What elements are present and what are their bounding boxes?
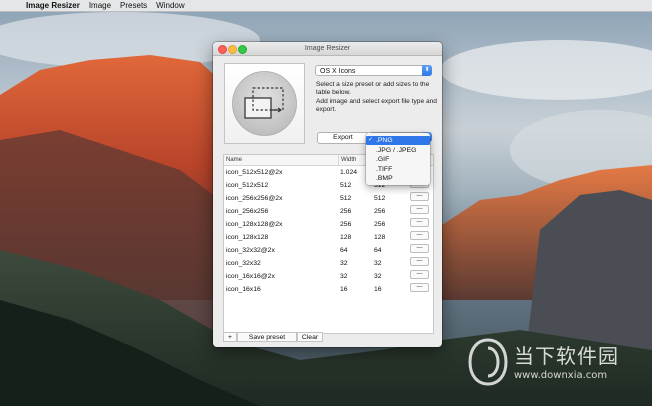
menu-presets[interactable]: Presets	[120, 0, 147, 11]
menu-app-name[interactable]: Image Resizer	[26, 0, 80, 11]
format-dropdown-menu: ✓ .PNG .JPG / .JPEG .GIF .TIFF .BMP	[366, 133, 430, 185]
remove-row-button[interactable]: —	[410, 257, 429, 266]
resize-placeholder-icon	[232, 71, 297, 136]
table-row[interactable]: icon_16x16 16 16 —	[224, 283, 433, 296]
remove-row-button[interactable]: —	[410, 192, 429, 201]
format-option-label: .PNG	[376, 137, 393, 144]
cell-height[interactable]: 32	[374, 270, 382, 283]
table-row[interactable]: icon_16x16@2x 32 32 —	[224, 270, 433, 283]
cell-width[interactable]: 128	[340, 231, 351, 244]
cell-width[interactable]: 512	[340, 179, 351, 192]
watermark: 当下软件园 www.downxia.com	[468, 336, 638, 392]
cell-height[interactable]: 32	[374, 257, 382, 270]
instructions-text-content: Select a size preset or add sizes to the…	[316, 81, 437, 113]
cell-name: icon_16x16@2x	[226, 273, 275, 280]
cell-width[interactable]: 64	[340, 244, 348, 257]
format-option-label: .JPG / .JPEG	[376, 146, 417, 154]
save-preset-button[interactable]: Save preset	[237, 332, 297, 342]
cell-width[interactable]: 16	[340, 283, 348, 296]
preset-select[interactable]: OS X Icons ⬍	[315, 65, 432, 76]
image-drop-well[interactable]	[224, 63, 305, 144]
table-row[interactable]: icon_256x256 256 256 —	[224, 205, 433, 218]
cell-width[interactable]: 32	[340, 270, 348, 283]
watermark-logo-icon	[468, 338, 508, 386]
cell-width[interactable]: 1.024	[340, 166, 357, 179]
cell-height[interactable]: 16	[374, 283, 382, 296]
cell-height[interactable]: 256	[374, 218, 385, 231]
menu-image[interactable]: Image	[89, 0, 111, 11]
column-header-name[interactable]: Name	[226, 155, 242, 165]
add-size-button[interactable]: +	[223, 332, 237, 342]
cell-height[interactable]: 128	[374, 231, 385, 244]
window-title: Image Resizer	[304, 45, 351, 52]
menu-window[interactable]: Window	[156, 0, 184, 11]
remove-row-button[interactable]: —	[410, 218, 429, 227]
cell-name: icon_32x32	[226, 260, 261, 267]
cell-height[interactable]: 256	[374, 205, 385, 218]
format-option-label: .TIFF	[376, 165, 393, 173]
cell-name: icon_128x128@2x	[226, 221, 283, 228]
table-row[interactable]: icon_256x256@2x 512 512 —	[224, 192, 433, 205]
column-header-width[interactable]: Width	[338, 155, 356, 165]
format-option[interactable]: ✓ .PNG	[366, 136, 430, 145]
table-row[interactable]: icon_128x128 128 128 —	[224, 231, 433, 244]
cell-name: icon_256x256	[226, 208, 269, 215]
table-row[interactable]: icon_32x32@2x 64 64 —	[224, 244, 433, 257]
table-row[interactable]: icon_32x32 32 32 —	[224, 257, 433, 270]
cell-name: icon_512x512@2x	[226, 169, 283, 176]
cell-width[interactable]: 256	[340, 205, 351, 218]
table-toolbar: + Save preset Clear	[223, 332, 432, 342]
preset-select-value: OS X Icons	[320, 68, 356, 75]
cell-name: icon_32x32@2x	[226, 247, 275, 254]
cell-width[interactable]: 512	[340, 192, 351, 205]
cell-width[interactable]: 256	[340, 218, 351, 231]
format-option-label: .BMP	[376, 175, 393, 182]
watermark-url: www.downxia.com	[514, 370, 608, 381]
format-option-label: .GIF	[376, 156, 390, 163]
cell-name: icon_256x256@2x	[226, 195, 283, 202]
format-option[interactable]: .JPG / .JPEG	[366, 146, 430, 155]
image-resizer-window: Image Resizer OS X Icons ⬍ Select a size…	[213, 42, 442, 347]
remove-row-button[interactable]: —	[410, 231, 429, 240]
format-option[interactable]: .GIF	[366, 155, 430, 164]
clear-button[interactable]: Clear	[297, 332, 323, 342]
remove-row-button[interactable]: —	[410, 205, 429, 214]
format-option[interactable]: .BMP	[366, 174, 430, 183]
instructions-text: Select a size preset or add sizes to the…	[316, 81, 438, 114]
cell-width[interactable]: 32	[340, 257, 348, 270]
checkmark-icon: ✓	[368, 137, 374, 143]
table-row[interactable]: icon_128x128@2x 256 256 —	[224, 218, 433, 231]
remove-row-button[interactable]: —	[410, 270, 429, 279]
cell-height[interactable]: 512	[374, 192, 385, 205]
cell-name: icon_512x512	[226, 182, 269, 189]
remove-row-button[interactable]: —	[410, 244, 429, 253]
menu-bar: Image Resizer Image Presets Window	[0, 0, 652, 12]
watermark-text: 当下软件园	[514, 344, 619, 368]
cell-name: icon_16x16	[226, 286, 261, 293]
export-button[interactable]: Export	[317, 132, 369, 144]
remove-row-button[interactable]: —	[410, 283, 429, 292]
format-option[interactable]: .TIFF	[366, 165, 430, 174]
title-bar[interactable]: Image Resizer	[213, 42, 442, 56]
cell-name: icon_128x128	[226, 234, 269, 241]
cell-height[interactable]: 64	[374, 244, 382, 257]
updown-chevron-icon: ⬍	[422, 65, 432, 76]
